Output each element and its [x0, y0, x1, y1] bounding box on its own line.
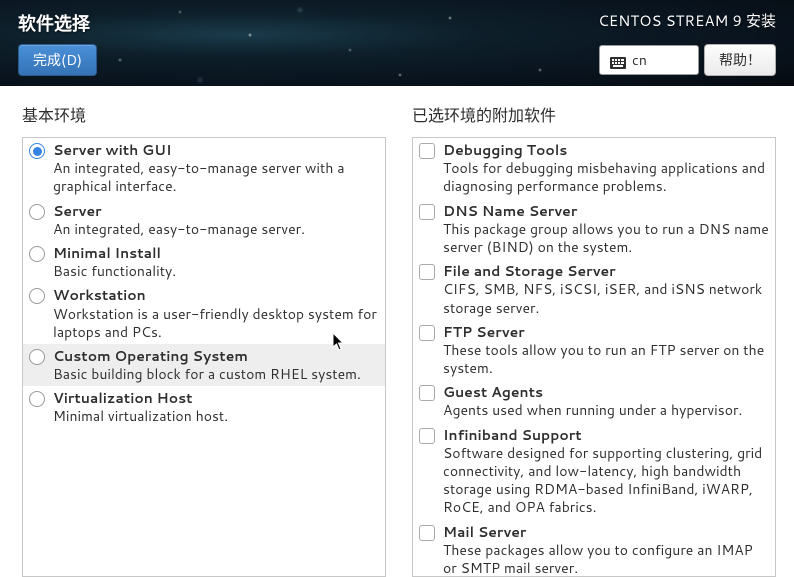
addon-desc: These packages allow you to configure an… — [443, 541, 769, 577]
addon-text: Debugging ToolsTools for debugging misbe… — [443, 141, 769, 196]
env-desc: Minimal virtualization host. — [53, 407, 379, 425]
addon-text: File and Storage ServerCIFS, SMB, NFS, i… — [443, 262, 769, 317]
addon-desc: Agents used when running under a hypervi… — [443, 401, 769, 419]
help-button[interactable]: 帮助！ — [704, 44, 776, 76]
env-title: Virtualization Host — [53, 389, 379, 407]
installer-title: CENTOS STREAM 9 安装 — [598, 10, 776, 31]
addon-text: Mail ServerThese packages allow you to c… — [443, 523, 769, 577]
addon-title: Infiniband Support — [443, 426, 769, 444]
addons-list: Debugging ToolsTools for debugging misbe… — [412, 137, 776, 577]
addon-option-file-storage[interactable]: File and Storage ServerCIFS, SMB, NFS, i… — [413, 259, 775, 320]
addon-option-mail[interactable]: Mail ServerThese packages allow you to c… — [413, 520, 775, 577]
env-radio-minimal[interactable] — [29, 246, 45, 262]
addon-option-dns[interactable]: DNS Name ServerThis package group allows… — [413, 199, 775, 260]
addon-option-ftp[interactable]: FTP ServerThese tools allow you to run a… — [413, 320, 775, 381]
addon-checkbox-dns[interactable] — [419, 204, 435, 220]
environments-list: Server with GUIAn integrated, easy-to-ma… — [22, 137, 386, 577]
env-title: Custom Operating System — [53, 347, 379, 365]
addon-checkbox-guest-agents[interactable] — [419, 385, 435, 401]
addon-desc: CIFS, SMB, NFS, iSCSI, iSER, and iSNS ne… — [443, 280, 769, 316]
env-option-server-gui[interactable]: Server with GUIAn integrated, easy-to-ma… — [23, 138, 385, 199]
addon-title: FTP Server — [443, 323, 769, 341]
env-title: Server with GUI — [53, 141, 379, 159]
env-radio-virt-host[interactable] — [29, 391, 45, 407]
installer-header: 软件选择 CENTOS STREAM 9 安装 完成(D) cn 帮助！ — [0, 0, 794, 86]
addon-checkbox-ftp[interactable] — [419, 325, 435, 341]
addon-text: Guest AgentsAgents used when running und… — [443, 383, 769, 419]
content-area: 基本环境 Server with GUIAn integrated, easy-… — [0, 86, 794, 577]
env-text: Server with GUIAn integrated, easy-to-ma… — [53, 141, 379, 196]
env-desc: An integrated, easy-to-manage server. — [53, 220, 379, 238]
env-title: Workstation — [53, 286, 379, 304]
env-desc: Basic functionality. — [53, 262, 379, 280]
addon-checkbox-file-storage[interactable] — [419, 264, 435, 280]
addon-title: Mail Server — [443, 523, 769, 541]
env-option-server[interactable]: ServerAn integrated, easy-to-manage serv… — [23, 199, 385, 241]
done-button[interactable]: 完成(D) — [18, 44, 97, 76]
environments-column: 基本环境 Server with GUIAn integrated, easy-… — [22, 102, 386, 577]
env-title: Server — [53, 202, 379, 220]
addon-title: File and Storage Server — [443, 262, 769, 280]
addon-option-debugging[interactable]: Debugging ToolsTools for debugging misbe… — [413, 138, 775, 199]
env-desc: Workstation is a user-friendly desktop s… — [53, 305, 379, 341]
env-option-custom-os[interactable]: Custom Operating SystemBasic building bl… — [23, 344, 385, 386]
addon-option-infiniband[interactable]: Infiniband SupportSoftware designed for … — [413, 423, 775, 520]
env-radio-workstation[interactable] — [29, 288, 45, 304]
addon-checkbox-infiniband[interactable] — [419, 428, 435, 444]
env-option-minimal[interactable]: Minimal InstallBasic functionality. — [23, 241, 385, 283]
addons-column: 已选环境的附加软件 Debugging ToolsTools for debug… — [412, 102, 776, 577]
env-option-virt-host[interactable]: Virtualization HostMinimal virtualizatio… — [23, 386, 385, 428]
env-radio-custom-os[interactable] — [29, 349, 45, 365]
addon-checkbox-mail[interactable] — [419, 525, 435, 541]
addons-title: 已选环境的附加软件 — [412, 102, 776, 127]
addon-option-guest-agents[interactable]: Guest AgentsAgents used when running und… — [413, 380, 775, 422]
env-text: Virtualization HostMinimal virtualizatio… — [53, 389, 379, 425]
keyboard-layout-selector[interactable]: cn — [599, 45, 699, 75]
env-text: ServerAn integrated, easy-to-manage serv… — [53, 202, 379, 238]
addon-text: FTP ServerThese tools allow you to run a… — [443, 323, 769, 378]
addon-text: Infiniband SupportSoftware designed for … — [443, 426, 769, 517]
env-text: Minimal InstallBasic functionality. — [53, 244, 379, 280]
addon-title: Guest Agents — [443, 383, 769, 401]
addon-title: Debugging Tools — [443, 141, 769, 159]
keyboard-icon — [610, 54, 626, 66]
env-text: WorkstationWorkstation is a user-friendl… — [53, 286, 379, 341]
addon-desc: These tools allow you to run an FTP serv… — [443, 341, 769, 377]
addon-text: DNS Name ServerThis package group allows… — [443, 202, 769, 257]
env-desc: An integrated, easy-to-manage server wit… — [53, 159, 379, 195]
keyboard-layout-label: cn — [632, 50, 647, 70]
page-title: 软件选择 — [18, 10, 90, 36]
env-radio-server-gui[interactable] — [29, 143, 45, 159]
env-radio-server[interactable] — [29, 204, 45, 220]
addon-title: DNS Name Server — [443, 202, 769, 220]
environments-title: 基本环境 — [22, 102, 386, 127]
env-option-workstation[interactable]: WorkstationWorkstation is a user-friendl… — [23, 283, 385, 344]
addon-desc: Tools for debugging misbehaving applicat… — [443, 159, 769, 195]
addon-checkbox-debugging[interactable] — [419, 143, 435, 159]
addon-desc: Software designed for supporting cluster… — [443, 444, 769, 517]
env-text: Custom Operating SystemBasic building bl… — [53, 347, 379, 383]
env-title: Minimal Install — [53, 244, 379, 262]
env-desc: Basic building block for a custom RHEL s… — [53, 365, 379, 383]
addon-desc: This package group allows you to run a D… — [443, 220, 769, 256]
